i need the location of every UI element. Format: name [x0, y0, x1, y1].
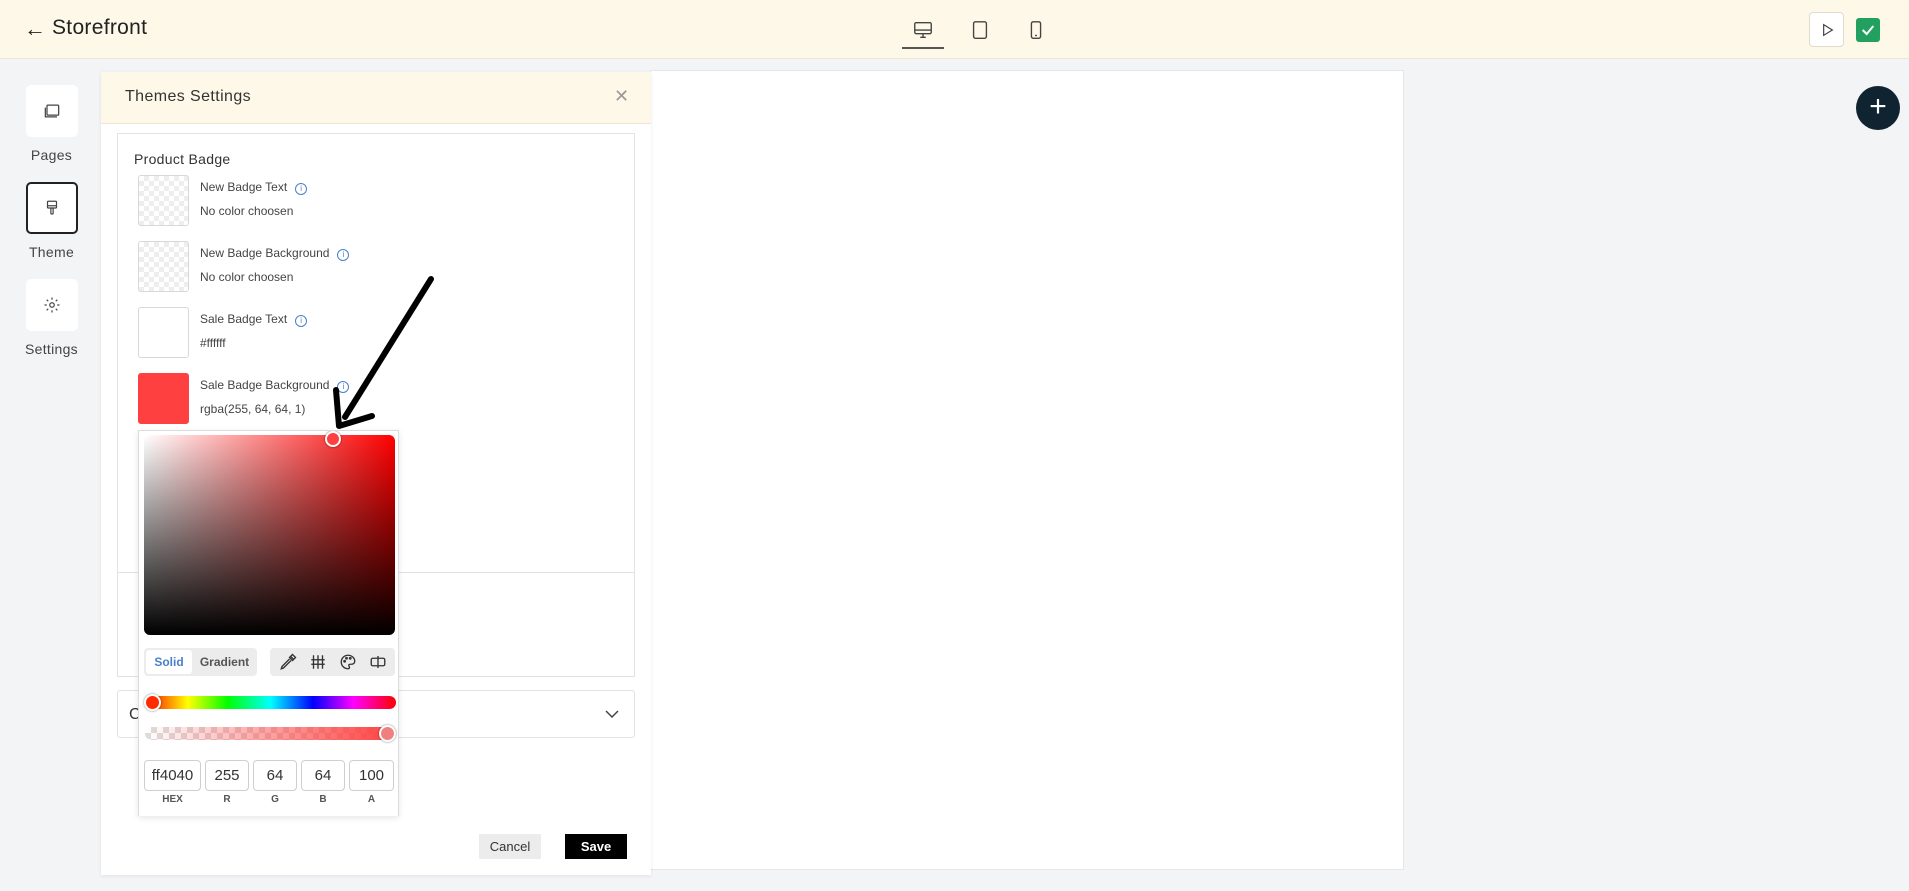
- play-icon: [1822, 23, 1833, 36]
- blue-label: B: [319, 794, 327, 805]
- color-swatch[interactable]: [138, 307, 189, 358]
- add-section-button[interactable]: +: [1856, 86, 1900, 130]
- red-label: R: [223, 794, 231, 805]
- tablet-icon: [972, 21, 988, 39]
- alpha-input[interactable]: [349, 760, 394, 791]
- rail-box-pages: [25, 85, 78, 137]
- desktop-view-button[interactable]: [902, 17, 944, 49]
- info-icon[interactable]: i: [337, 249, 350, 261]
- plus-icon: +: [1869, 90, 1887, 123]
- rail-item-theme[interactable]: Theme: [24, 182, 79, 260]
- color-row-sale-badge-background: Sale Badge Background i rgba(255, 64, 64,…: [138, 373, 558, 425]
- green-input[interactable]: [253, 760, 297, 791]
- preview-button[interactable]: [1809, 12, 1844, 47]
- color-row-sale-badge-text: Sale Badge Text i #ffffff: [138, 307, 558, 359]
- info-icon[interactable]: i: [337, 381, 350, 393]
- color-value: No color choosen: [200, 204, 294, 218]
- chevron-down-icon: [605, 710, 619, 719]
- hex-input[interactable]: [144, 760, 201, 791]
- alpha-handle[interactable]: [379, 725, 396, 742]
- color-row-new-badge-text: New Badge Text i No color choosen: [138, 175, 558, 227]
- gear-icon: [44, 297, 59, 313]
- blue-input[interactable]: [301, 760, 345, 791]
- color-swatch[interactable]: [138, 175, 189, 226]
- eyedropper-icon[interactable]: [279, 653, 297, 671]
- color-value: No color choosen: [200, 270, 294, 284]
- color-label: New Badge Text i: [200, 180, 308, 195]
- pages-icon: [44, 104, 59, 118]
- save-button[interactable]: Save: [565, 834, 627, 859]
- rail-box-theme: [25, 182, 78, 234]
- gradient-mode-button[interactable]: Gradient: [194, 650, 255, 674]
- rail-label-settings: Settings: [25, 341, 78, 357]
- theme-icon: [46, 200, 57, 215]
- cancel-button[interactable]: Cancel: [479, 834, 541, 859]
- publish-button[interactable]: [1856, 18, 1880, 42]
- hue-handle[interactable]: [144, 694, 161, 711]
- alpha-slider[interactable]: [145, 725, 396, 742]
- top-bar: ← Storefront: [0, 0, 1909, 59]
- section-title: Product Badge: [134, 151, 231, 167]
- saturation-area[interactable]: [144, 431, 395, 635]
- solid-mode-button[interactable]: Solid: [146, 650, 192, 674]
- color-label: New Badge Background i: [200, 246, 350, 261]
- close-icon[interactable]: ✕: [614, 86, 629, 107]
- fill-mode-toggle: Solid Gradient: [144, 648, 257, 676]
- color-picker: Solid Gradient HEX R G B A: [138, 430, 399, 816]
- color-value: rgba(255, 64, 64, 1): [200, 402, 306, 416]
- picker-tools: [270, 648, 395, 676]
- alpha-label: A: [367, 794, 376, 805]
- check-icon: [1861, 25, 1875, 36]
- app-title: Storefront: [52, 16, 148, 39]
- compare-icon[interactable]: [369, 653, 387, 671]
- rail-item-settings[interactable]: Settings: [24, 279, 79, 357]
- mobile-icon: [1030, 21, 1042, 39]
- panel-title: Themes Settings: [125, 88, 252, 105]
- color-label: Sale Badge Text i: [200, 312, 308, 327]
- green-label: G: [271, 794, 279, 805]
- color-swatch[interactable]: [138, 241, 189, 292]
- palette-icon[interactable]: [339, 653, 357, 671]
- tablet-view-button[interactable]: [967, 17, 993, 43]
- rail-box-settings: [25, 279, 78, 331]
- color-label: Sale Badge Background i: [200, 378, 350, 393]
- mobile-view-button[interactable]: [1023, 17, 1049, 43]
- info-icon[interactable]: i: [295, 315, 308, 327]
- preview-canvas: [650, 70, 1404, 870]
- color-row-new-badge-background: New Badge Background i No color choosen: [138, 241, 558, 293]
- section-divider: [117, 133, 635, 134]
- hue-slider[interactable]: [144, 694, 396, 711]
- color-swatch[interactable]: [138, 373, 189, 424]
- rail-label-pages: Pages: [30, 147, 73, 163]
- saturation-handle[interactable]: [325, 431, 341, 447]
- color-value: #ffffff: [200, 336, 226, 350]
- sliders-icon[interactable]: [309, 653, 327, 671]
- hex-label: HEX: [162, 794, 183, 805]
- red-input[interactable]: [205, 760, 249, 791]
- panel-header: Themes Settings ✕: [101, 72, 651, 124]
- desktop-icon: [914, 21, 932, 39]
- back-arrow-icon[interactable]: ←: [24, 18, 46, 40]
- rail-label-theme: Theme: [28, 244, 75, 260]
- rail-item-pages[interactable]: Pages: [24, 85, 79, 163]
- info-icon[interactable]: i: [295, 183, 308, 195]
